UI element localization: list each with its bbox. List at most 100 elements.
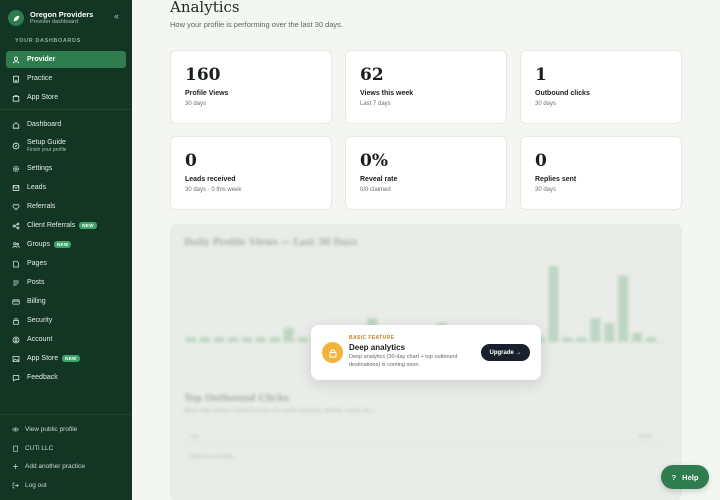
stat-note: 30 days · 0 this week (185, 187, 242, 193)
sidebar-item-label: Referrals (27, 203, 56, 210)
upgrade-button[interactable]: Upgrade → (481, 344, 530, 361)
brand[interactable]: Oregon Providers Provider dashboard (0, 0, 132, 28)
stat-value: 1 (535, 65, 547, 85)
sidebar-item-security[interactable]: Security (6, 312, 126, 329)
main-content: Analytics How your profile is performing… (132, 0, 720, 500)
sidebar-item-posts[interactable]: Posts (6, 274, 126, 291)
sidebar-item-settings[interactable]: Settings (6, 160, 126, 177)
help-button[interactable]: ? Help (661, 465, 709, 489)
chart-bar (632, 332, 643, 342)
sidebar-item-provider[interactable]: Provider (6, 51, 126, 68)
logout-link[interactable]: Log out (6, 478, 126, 492)
page-icon (13, 260, 19, 267)
table-divider (184, 442, 668, 443)
sidebar-item-referrals[interactable]: Referrals (6, 198, 126, 215)
sidebar-item-label: Practice (27, 75, 53, 82)
lock-icon (13, 317, 19, 325)
building-icon (13, 445, 18, 452)
account-icon (12, 336, 20, 343)
stat-label: Reveal rate (360, 176, 398, 183)
sidebar-item-app-store[interactable]: App Store NEW (6, 350, 126, 367)
view-public-profile-link[interactable]: View public profile (6, 422, 126, 436)
user-icon (12, 56, 20, 63)
sidebar-item-setup-guide[interactable]: Setup Guide Finish your profile (6, 135, 126, 157)
chart-bar (562, 337, 573, 342)
sidebar-item-dashboard[interactable]: Dashboard (6, 116, 126, 133)
chart-bar (646, 337, 657, 342)
sidebar-item-label: Feedback (27, 374, 58, 381)
outbound-subtitle: Which links visitors clicked to leave yo… (184, 408, 374, 414)
chart-bar (213, 337, 224, 342)
chart-bar (199, 337, 210, 342)
section-label: YOUR DASHBOARDS (15, 38, 81, 44)
chart-bar (269, 337, 280, 342)
sidebar-item-account[interactable]: Account (6, 331, 126, 348)
chart-bar (297, 337, 308, 342)
chat-icon (12, 374, 20, 382)
stat-card-replies-sent: 0 Replies sent 30 days (520, 136, 682, 210)
brand-subtitle: Provider dashboard (30, 19, 79, 25)
add-practice-link[interactable]: Add another practice (6, 459, 126, 473)
list-icon (13, 280, 19, 285)
image-icon (12, 355, 20, 362)
stat-value: 160 (185, 65, 221, 85)
sidebar-item-leads[interactable]: Leads (6, 179, 126, 196)
chart-bar (590, 318, 601, 342)
stat-value: 62 (360, 65, 384, 85)
stat-card-reveal-rate: 0% Reveal rate 0/0 claimed (345, 136, 507, 210)
eye-icon (12, 427, 19, 431)
sidebar-item-sublabel: Finish your profile (27, 146, 67, 153)
chart-bar (227, 337, 238, 342)
practice-switcher[interactable]: CUTi LLC (6, 441, 126, 455)
column-header-link: Link (190, 434, 200, 440)
gear-icon (12, 165, 20, 172)
new-badge: NEW (79, 222, 97, 229)
new-badge: NEW (53, 241, 72, 248)
stat-note: 30 days (185, 101, 207, 107)
sidebar-item-app-store-dashboard[interactable]: App Store (6, 89, 126, 106)
sidebar-item-feedback[interactable]: Feedback (6, 369, 126, 386)
overlay-kicker: BASIC FEATURE (349, 335, 395, 341)
stat-note: 30 days (535, 101, 557, 107)
stat-label: Views this week (360, 90, 414, 97)
sidebar-item-label: Leads (27, 184, 47, 191)
stat-card-outbound-clicks: 1 Outbound clicks 30 days (520, 50, 682, 124)
share-icon (12, 222, 20, 229)
stat-card-leads-received: 0 Leads received 30 days · 0 this week (170, 136, 332, 210)
footer-label: View public profile (25, 425, 78, 433)
sidebar-divider (0, 414, 132, 415)
sidebar-item-client-referrals[interactable]: Client Referrals NEW (6, 217, 126, 234)
overlay-description: Deep analytics (30-day chart + top outbo… (349, 354, 458, 368)
stat-label: Profile Views (185, 90, 229, 97)
stat-value: 0 (185, 151, 197, 171)
sidebar-item-practice[interactable]: Practice (6, 70, 126, 87)
stat-label: Replies sent (535, 176, 577, 183)
sidebar-item-label: Client Referrals (27, 222, 76, 229)
question-icon: ? (671, 472, 677, 482)
users-icon (12, 241, 20, 248)
stat-value: 0% (360, 151, 388, 171)
brand-title: Oregon Providers (30, 9, 94, 19)
inbox-icon (12, 184, 20, 191)
page-title: Analytics (170, 0, 240, 16)
sidebar-item-label: Setup Guide (27, 138, 66, 146)
sidebar-item-label: Security (27, 317, 53, 324)
plus-icon (13, 463, 18, 469)
sidebar-item-billing[interactable]: Billing (6, 293, 126, 310)
sidebar-item-groups[interactable]: Groups NEW (6, 236, 126, 253)
building-icon (13, 75, 19, 83)
chart-title: Daily Profile Views — Last 30 Days (184, 238, 358, 248)
sidebar-item-label: Pages (27, 260, 47, 267)
outbound-title: Top Outbound Clicks (184, 394, 290, 404)
sidebar-divider (0, 109, 132, 110)
sidebar-item-label: Posts (27, 279, 45, 286)
sidebar-item-label: Dashboard (27, 121, 62, 128)
sidebar-item-label: Settings (27, 165, 53, 172)
footer-label: Log out (25, 481, 47, 489)
sidebar-item-label: App Store (27, 355, 59, 362)
collapse-sidebar-icon[interactable]: « (114, 11, 119, 21)
sidebar-item-label: Groups (27, 241, 50, 248)
sidebar-item-pages[interactable]: Pages (6, 255, 126, 272)
new-badge: NEW (62, 355, 80, 362)
footer-label: CUTi LLC (25, 444, 54, 452)
